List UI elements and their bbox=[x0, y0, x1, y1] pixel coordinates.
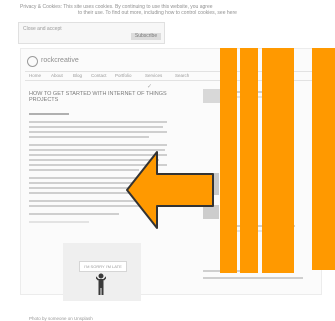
sidebar bbox=[201, 85, 316, 290]
share-icon[interactable]: ✓ bbox=[147, 83, 155, 90]
sidebar-thumb[interactable] bbox=[203, 89, 221, 103]
subscribe-button[interactable]: Subscribe bbox=[131, 33, 161, 40]
nav-item[interactable]: Search bbox=[175, 73, 189, 78]
redaction-bar bbox=[240, 48, 258, 273]
form-label: Close and accept bbox=[23, 26, 62, 32]
nav-item[interactable]: Blog bbox=[73, 73, 82, 78]
site-logo[interactable]: rockcreative bbox=[41, 57, 79, 64]
logo-icon bbox=[27, 56, 38, 67]
article-headline[interactable]: HOW TO GET STARTED WITH INTERNET OF THIN… bbox=[29, 91, 169, 103]
notice-line-2: to their use. To find out more, includin… bbox=[78, 10, 237, 16]
redaction-bar bbox=[312, 48, 335, 270]
person-figure-icon bbox=[96, 273, 106, 295]
nav-item[interactable]: Services bbox=[145, 73, 162, 78]
nav-item[interactable]: Home bbox=[29, 73, 41, 78]
redaction-bar bbox=[220, 48, 237, 273]
image-caption: Photo by someone on Unsplash bbox=[29, 316, 93, 321]
left-arrow-icon bbox=[126, 151, 214, 229]
nav-item[interactable]: Contact bbox=[91, 73, 107, 78]
article-image: I'M SORRY I'M LATE bbox=[63, 243, 141, 301]
nav-item[interactable]: Portfolio bbox=[115, 73, 132, 78]
cookie-notice: Privacy & Cookies: This site uses cookie… bbox=[20, 4, 320, 18]
subscribe-form: Close and accept Subscribe bbox=[18, 22, 165, 44]
redaction-bar bbox=[262, 48, 294, 273]
sign-text: I'M SORRY I'M LATE bbox=[79, 261, 127, 272]
nav-item[interactable]: About bbox=[51, 73, 63, 78]
